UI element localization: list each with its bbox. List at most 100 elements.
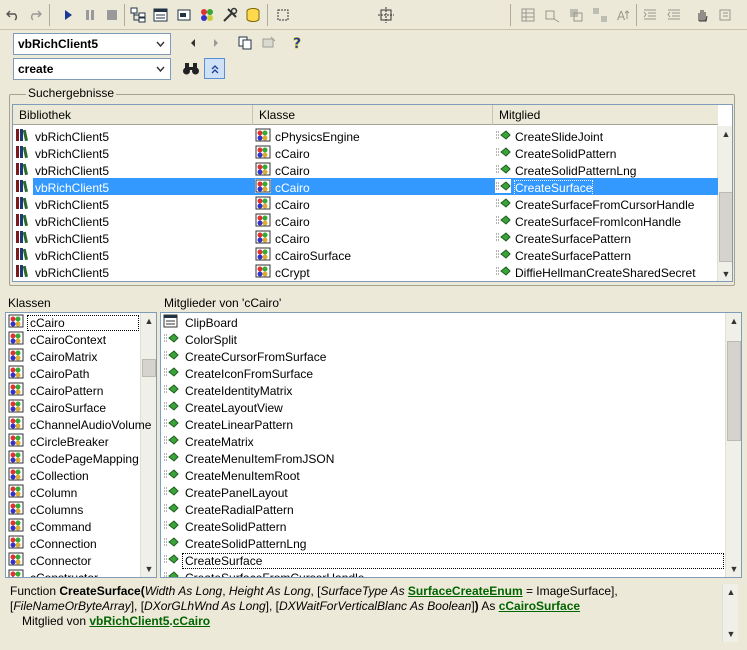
member-list-item[interactable]: CreateSolidPatternLng <box>163 535 308 552</box>
class-list-item[interactable]: cCairoPattern <box>8 382 105 399</box>
copy-icon[interactable] <box>235 33 255 53</box>
table-row[interactable]: vbRichClient5 cCairo CreateSurface <box>13 178 718 196</box>
binoculars-icon[interactable] <box>181 59 201 79</box>
member-class-link[interactable]: cCairo <box>173 614 210 628</box>
column-header-class[interactable]: Klasse <box>253 105 493 125</box>
forward-button[interactable] <box>206 33 226 53</box>
table-row[interactable]: vbRichClient5 cCairo CreateSurfaceFromCurs… <box>13 195 718 212</box>
class-list-item[interactable]: cColumn <box>8 484 79 501</box>
search-combo[interactable]: create <box>13 58 171 80</box>
properties-icon[interactable] <box>151 5 171 25</box>
back-button[interactable] <box>183 33 203 53</box>
table-row[interactable]: vbRichClient5 cCairo CreateSolidPattern <box>13 144 718 161</box>
library-combo[interactable]: vbRichClient5 <box>13 33 171 55</box>
results-scrollbar[interactable]: ▲ ▼ <box>717 126 732 281</box>
indent-icon[interactable] <box>640 5 660 25</box>
scroll-up-icon[interactable]: ▲ <box>726 313 741 329</box>
class-list-item[interactable]: cConstructor <box>8 569 100 577</box>
member-list-item[interactable]: CreateRadialPattern <box>163 501 296 518</box>
member-list-item[interactable]: CreateSolidPattern <box>163 518 288 535</box>
scroll-down-icon[interactable]: ▼ <box>718 266 732 281</box>
member-list-item[interactable]: ClipBoard <box>163 314 240 331</box>
bookmark-icon[interactable] <box>716 5 736 25</box>
classes-list[interactable]: ▲ ▼ cCairo cCairoContext cCairoMatrix cCair… <box>5 312 157 578</box>
scroll-up-icon[interactable]: ▲ <box>718 126 732 142</box>
member-list-item[interactable]: CreatePanelLayout <box>163 484 290 501</box>
description-scrollbar[interactable]: ▲ ▼ <box>722 584 738 642</box>
collapse-results-button[interactable] <box>204 58 225 79</box>
stop-icon[interactable] <box>102 5 122 25</box>
class-list-item[interactable]: cCairoContext <box>8 331 108 348</box>
members-list[interactable]: ▲ ▼ ClipBoard ColorSplit CreateCursorFromS… <box>160 312 742 578</box>
class-list-item[interactable]: cConnector <box>8 552 93 569</box>
align-icon[interactable] <box>376 5 396 25</box>
member-list-item[interactable]: CreateMenuItemRoot <box>163 467 302 484</box>
chevron-down-icon[interactable] <box>152 61 168 77</box>
table-row[interactable]: vbRichClient5 cCairo CreateSolidPatternLng <box>13 161 718 178</box>
scroll-down-icon[interactable]: ▼ <box>723 626 739 642</box>
classes-scrollbar[interactable]: ▲ ▼ <box>140 313 156 577</box>
member-list-item[interactable]: CreateIconFromSurface <box>163 365 315 382</box>
select-icon[interactable] <box>273 5 293 25</box>
project-explorer-icon[interactable] <box>128 5 148 25</box>
member-list-item[interactable]: CreateLayoutView <box>163 399 285 416</box>
bring-front-icon[interactable] <box>566 5 586 25</box>
table-row[interactable]: vbRichClient5 cCairo CreateSurfacePattern <box>13 229 718 246</box>
outdent-icon[interactable] <box>664 5 684 25</box>
database-icon[interactable] <box>243 5 263 25</box>
undo-icon[interactable] <box>3 5 23 25</box>
member-list-item[interactable]: CreateLinearPattern <box>163 416 295 433</box>
group-icon[interactable] <box>590 5 610 25</box>
member-list-item[interactable]: ColorSplit <box>163 331 239 348</box>
column-header-library[interactable]: Bibliothek <box>13 105 253 125</box>
table-row[interactable]: vbRichClient5 cCairo CreateSurfaceFromIcon… <box>13 212 718 229</box>
class-list-item[interactable]: cChannelAudioVolume <box>8 416 153 433</box>
scroll-down-icon[interactable]: ▼ <box>726 561 741 577</box>
redo-icon[interactable] <box>25 5 45 25</box>
member-list-item[interactable]: CreateIdentityMatrix <box>163 382 294 399</box>
member-list-item[interactable]: CreateSurface <box>163 552 724 569</box>
view-definition-icon[interactable] <box>259 33 279 53</box>
class-list-item[interactable]: cCairo <box>8 314 139 331</box>
class-list-item[interactable]: cColumns <box>8 501 85 518</box>
scroll-down-icon[interactable]: ▼ <box>141 561 156 577</box>
member-list-item[interactable]: CreateSurfaceFromCursorHandle <box>163 569 366 577</box>
hand-icon[interactable] <box>692 5 712 25</box>
scroll-thumb[interactable] <box>142 359 156 377</box>
member-list-item[interactable]: CreateCursorFromSurface <box>163 348 328 365</box>
column-header-member[interactable]: Mitglied <box>493 105 718 125</box>
class-list-item[interactable]: cCircleBreaker <box>8 433 111 450</box>
chevron-down-icon[interactable] <box>152 36 168 52</box>
search-results-list[interactable]: Bibliothek Klasse Mitglied ▲ ▼ vbRichCli… <box>12 104 733 282</box>
table-row[interactable]: vbRichClient5 cPhysicsEngine CreateSlideJo… <box>13 127 718 144</box>
member-list-item[interactable]: CreateMenuItemFromJSON <box>163 450 336 467</box>
class-list-item[interactable]: cCairoSurface <box>8 399 108 416</box>
class-list-item[interactable]: cCodePageMapping <box>8 450 141 467</box>
return-type-link[interactable]: cCairoSurface <box>499 599 580 613</box>
form-grid-icon[interactable] <box>518 5 538 25</box>
sizing-icon[interactable] <box>542 5 562 25</box>
table-row[interactable]: vbRichClient5 cCrypt DiffieHellmanCreateSh… <box>13 263 718 280</box>
help-icon[interactable]: ? <box>288 33 308 53</box>
class-list-item[interactable]: cCollection <box>8 467 91 484</box>
surface-create-enum-link[interactable]: SurfaceCreateEnum <box>408 584 523 598</box>
pause-icon[interactable] <box>80 5 100 25</box>
run-icon[interactable] <box>58 5 78 25</box>
scroll-up-icon[interactable]: ▲ <box>141 313 156 329</box>
member-library-link[interactable]: vbRichClient5 <box>89 614 169 628</box>
member-list-item[interactable]: CreateMatrix <box>163 433 256 450</box>
class-list-item[interactable]: cCommand <box>8 518 93 535</box>
toolbox-icon[interactable] <box>220 5 240 25</box>
form-layout-icon[interactable] <box>174 5 194 25</box>
scroll-thumb[interactable] <box>727 341 741 441</box>
font-size-icon[interactable]: A <box>614 5 634 25</box>
table-row[interactable]: vbRichClient5 cCairoSurface CreateSurfaceP… <box>13 246 718 263</box>
class-list-item[interactable]: cCairoMatrix <box>8 348 99 365</box>
scroll-thumb[interactable] <box>719 192 732 262</box>
members-scrollbar[interactable]: ▲ ▼ <box>725 313 741 577</box>
row-library: vbRichClient5 <box>35 197 110 212</box>
class-list-item[interactable]: cCairoPath <box>8 365 91 382</box>
object-browser-icon[interactable] <box>197 5 217 25</box>
class-list-item[interactable]: cConnection <box>8 535 99 552</box>
scroll-up-icon[interactable]: ▲ <box>723 584 739 600</box>
